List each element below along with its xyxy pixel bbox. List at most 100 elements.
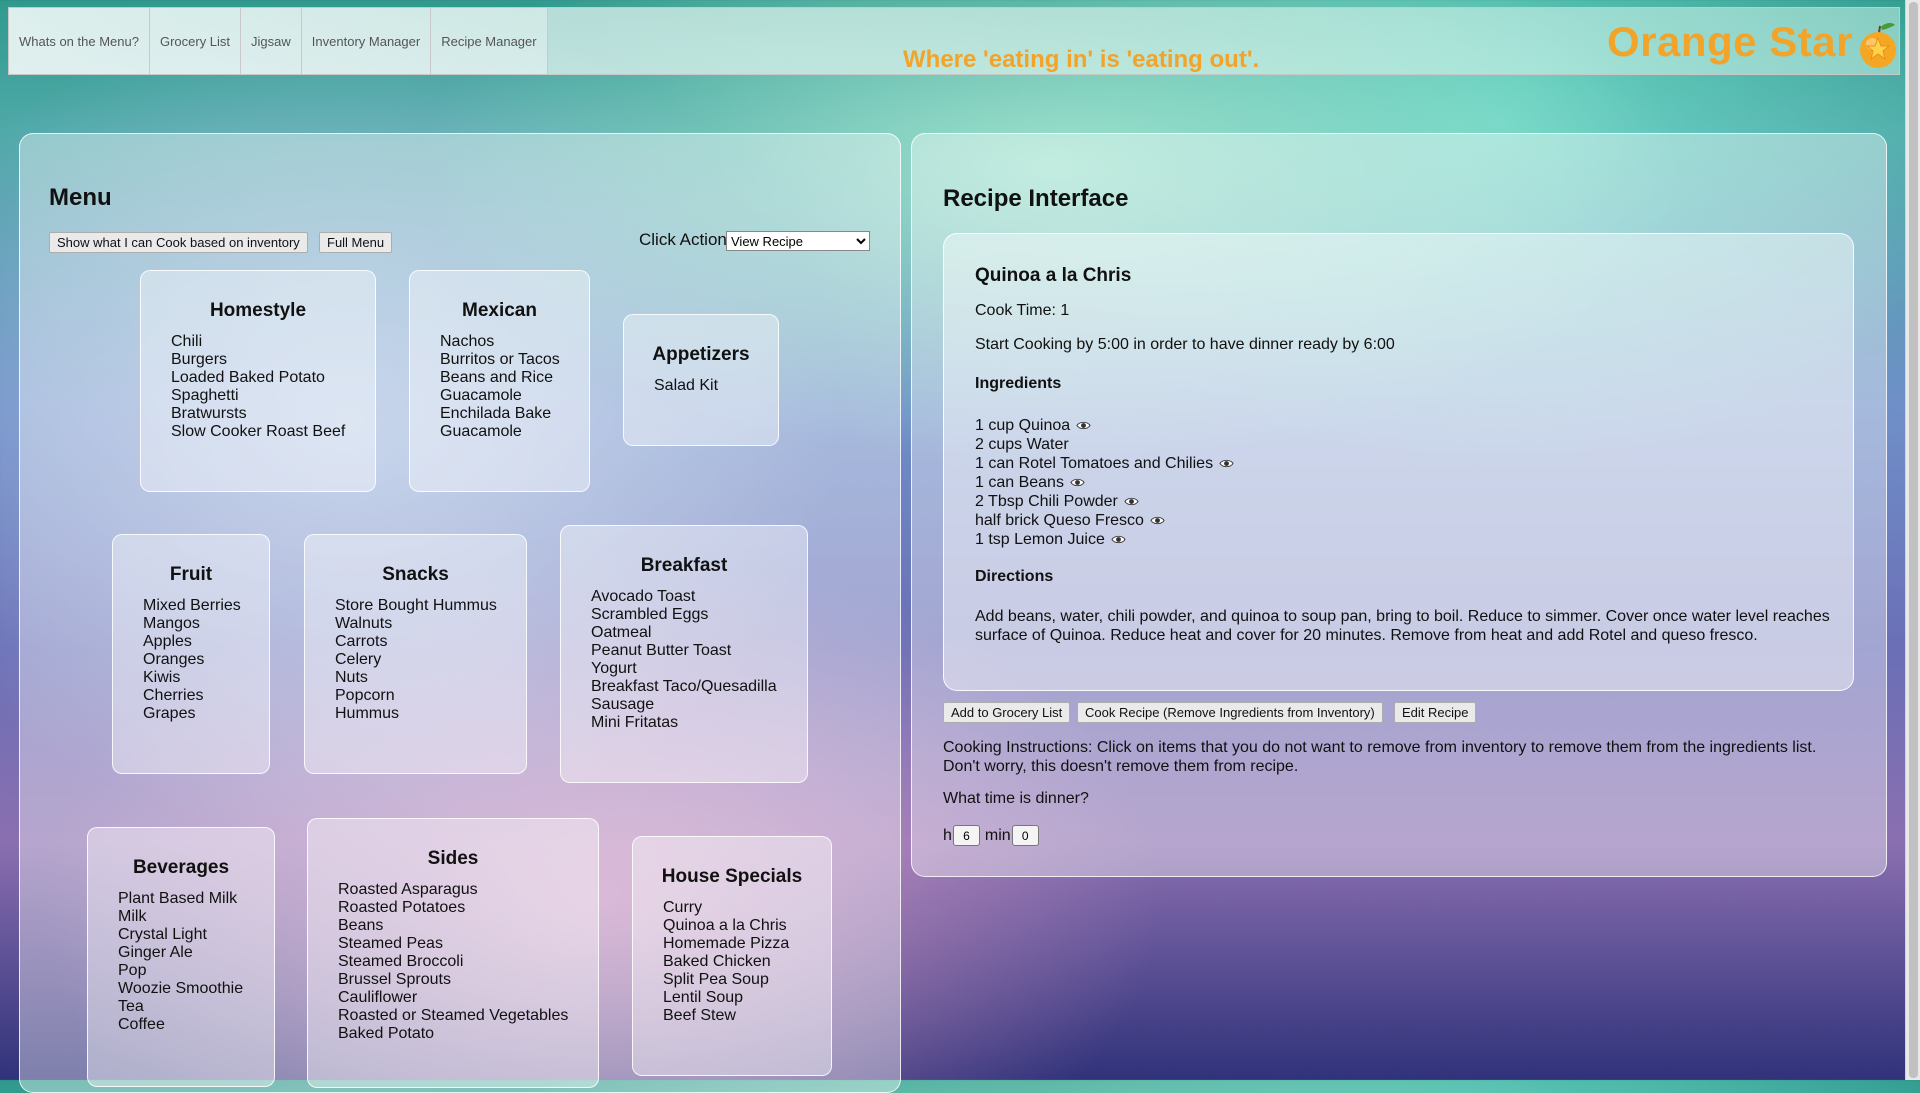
menu-item[interactable]: Avocado Toast	[591, 588, 807, 606]
menu-item[interactable]: Curry	[663, 899, 831, 917]
dinner-time-question: What time is dinner?	[943, 790, 1089, 807]
menu-item[interactable]: Nuts	[335, 669, 526, 687]
menu-item[interactable]: Sausage	[591, 696, 807, 714]
menu-item[interactable]: Baked Chicken	[663, 953, 831, 971]
tab-jigsaw[interactable]: Jigsaw	[241, 8, 302, 74]
menu-item[interactable]: Scrambled Eggs	[591, 606, 807, 624]
menu-item[interactable]: Guacamole	[440, 423, 589, 441]
menu-item[interactable]: Roasted Potatoes	[338, 899, 598, 917]
eye-icon[interactable]	[1124, 496, 1139, 507]
ingredient-item[interactable]: 1 tsp Lemon Juice	[975, 530, 1234, 549]
page-scrollbar[interactable]	[1905, 0, 1920, 1080]
menu-item[interactable]: Homemade Pizza	[663, 935, 831, 953]
menu-item[interactable]: Yogurt	[591, 660, 807, 678]
tab-recipe-manager[interactable]: Recipe Manager	[431, 8, 548, 74]
ingredient-item[interactable]: 1 can Rotel Tomatoes and Chilies	[975, 454, 1234, 473]
category-house-specials: House Specials Curry Quinoa a la Chris H…	[632, 836, 832, 1076]
eye-icon[interactable]	[1076, 420, 1091, 431]
menu-item[interactable]: Apples	[143, 633, 269, 651]
menu-item[interactable]: Beef Stew	[663, 1007, 831, 1025]
ingredient-item[interactable]: 1 cup Quinoa	[975, 416, 1234, 435]
category-items: Nachos Burritos or Tacos Beans and Rice …	[440, 333, 589, 441]
menu-item[interactable]: Carrots	[335, 633, 526, 651]
menu-item[interactable]: Beans	[338, 917, 598, 935]
menu-item[interactable]: Kiwis	[143, 669, 269, 687]
eye-icon[interactable]	[1150, 515, 1165, 526]
menu-item[interactable]: Burgers	[171, 351, 375, 369]
ingredient-item[interactable]: 1 can Beans	[975, 473, 1234, 492]
menu-item[interactable]: Milk	[118, 908, 274, 926]
menu-item[interactable]: Lentil Soup	[663, 989, 831, 1007]
menu-item[interactable]: Mixed Berries	[143, 597, 269, 615]
ingredient-item[interactable]: half brick Queso Fresco	[975, 511, 1234, 530]
menu-item[interactable]: Roasted or Steamed Vegetables	[338, 1007, 598, 1025]
menu-item[interactable]: Chili	[171, 333, 375, 351]
menu-item[interactable]: Cherries	[143, 687, 269, 705]
menu-item[interactable]: Nachos	[440, 333, 589, 351]
menu-item[interactable]: Coffee	[118, 1016, 274, 1034]
full-menu-button[interactable]: Full Menu	[319, 232, 393, 253]
ingredient-text: half brick Queso Fresco	[975, 512, 1144, 529]
menu-item[interactable]: Roasted Asparagus	[338, 881, 598, 899]
edit-recipe-button[interactable]: Edit Recipe	[1394, 702, 1477, 723]
add-to-grocery-list-button[interactable]: Add to Grocery List	[943, 702, 1071, 723]
menu-item[interactable]: Ginger Ale	[118, 944, 274, 962]
menu-title: Menu	[49, 184, 112, 211]
show-cookable-button[interactable]: Show what I can Cook based on inventory	[49, 232, 308, 253]
menu-item[interactable]: Mini Fritatas	[591, 714, 807, 732]
menu-item[interactable]: Slow Cooker Roast Beef	[171, 423, 375, 441]
menu-item[interactable]: Brussel Sprouts	[338, 971, 598, 989]
menu-item[interactable]: Peanut Butter Toast	[591, 642, 807, 660]
menu-item[interactable]: Woozie Smoothie	[118, 980, 274, 998]
minute-input[interactable]	[1011, 825, 1039, 846]
menu-item[interactable]: Beans and Rice	[440, 369, 589, 387]
ingredient-item[interactable]: 2 Tbsp Chili Powder	[975, 492, 1234, 511]
menu-item[interactable]: Spaghetti	[171, 387, 375, 405]
menu-item[interactable]: Pop	[118, 962, 274, 980]
category-items: Store Bought Hummus Walnuts Carrots Cele…	[335, 597, 526, 723]
tab-grocery-list[interactable]: Grocery List	[149, 8, 242, 74]
menu-item[interactable]: Tea	[118, 998, 274, 1016]
menu-item[interactable]: Plant Based Milk	[118, 890, 274, 908]
menu-item[interactable]: Store Bought Hummus	[335, 597, 526, 615]
category-items: Curry Quinoa a la Chris Homemade Pizza B…	[663, 899, 831, 1025]
hour-input[interactable]	[952, 825, 980, 846]
menu-item[interactable]: Hummus	[335, 705, 526, 723]
category-title: Snacks	[382, 564, 449, 585]
nav-tabs: Whats on the Menu? Grocery List Jigsaw I…	[9, 8, 548, 74]
category-title: House Specials	[661, 866, 803, 887]
ingredient-item[interactable]: 2 cups Water	[975, 435, 1234, 454]
menu-item[interactable]: Split Pea Soup	[663, 971, 831, 989]
menu-item[interactable]: Enchilada Bake	[440, 405, 589, 423]
menu-item[interactable]: Baked Potato	[338, 1025, 598, 1043]
eye-icon[interactable]	[1111, 534, 1126, 545]
cook-recipe-button[interactable]: Cook Recipe (Remove Ingredients from Inv…	[1077, 702, 1383, 723]
menu-item[interactable]: Crystal Light	[118, 926, 274, 944]
menu-item[interactable]: Oranges	[143, 651, 269, 669]
tab-whats-on-the-menu[interactable]: Whats on the Menu?	[9, 8, 150, 74]
menu-item[interactable]: Steamed Broccoli	[338, 953, 598, 971]
category-items: Roasted Asparagus Roasted Potatoes Beans…	[338, 881, 598, 1043]
menu-item[interactable]: Salad Kit	[654, 377, 778, 395]
menu-item[interactable]: Celery	[335, 651, 526, 669]
menu-item[interactable]: Breakfast Taco/Quesadilla	[591, 678, 807, 696]
scrollbar-thumb[interactable]	[1909, 2, 1918, 1078]
menu-item[interactable]: Grapes	[143, 705, 269, 723]
menu-item[interactable]: Quinoa a la Chris	[663, 917, 831, 935]
click-action-select[interactable]: View Recipe	[726, 231, 870, 251]
category-title: Breakfast	[640, 555, 728, 576]
eye-icon[interactable]	[1070, 477, 1085, 488]
menu-item[interactable]: Popcorn	[335, 687, 526, 705]
menu-item[interactable]: Walnuts	[335, 615, 526, 633]
menu-item[interactable]: Guacamole	[440, 387, 589, 405]
category-beverages: Beverages Plant Based Milk Milk Crystal …	[87, 827, 275, 1087]
menu-item[interactable]: Steamed Peas	[338, 935, 598, 953]
menu-item[interactable]: Cauliflower	[338, 989, 598, 1007]
menu-item[interactable]: Mangos	[143, 615, 269, 633]
menu-item[interactable]: Burritos or Tacos	[440, 351, 589, 369]
menu-item[interactable]: Bratwursts	[171, 405, 375, 423]
eye-icon[interactable]	[1219, 458, 1234, 469]
menu-item[interactable]: Loaded Baked Potato	[171, 369, 375, 387]
tab-inventory-manager[interactable]: Inventory Manager	[301, 8, 432, 74]
menu-item[interactable]: Oatmeal	[591, 624, 807, 642]
